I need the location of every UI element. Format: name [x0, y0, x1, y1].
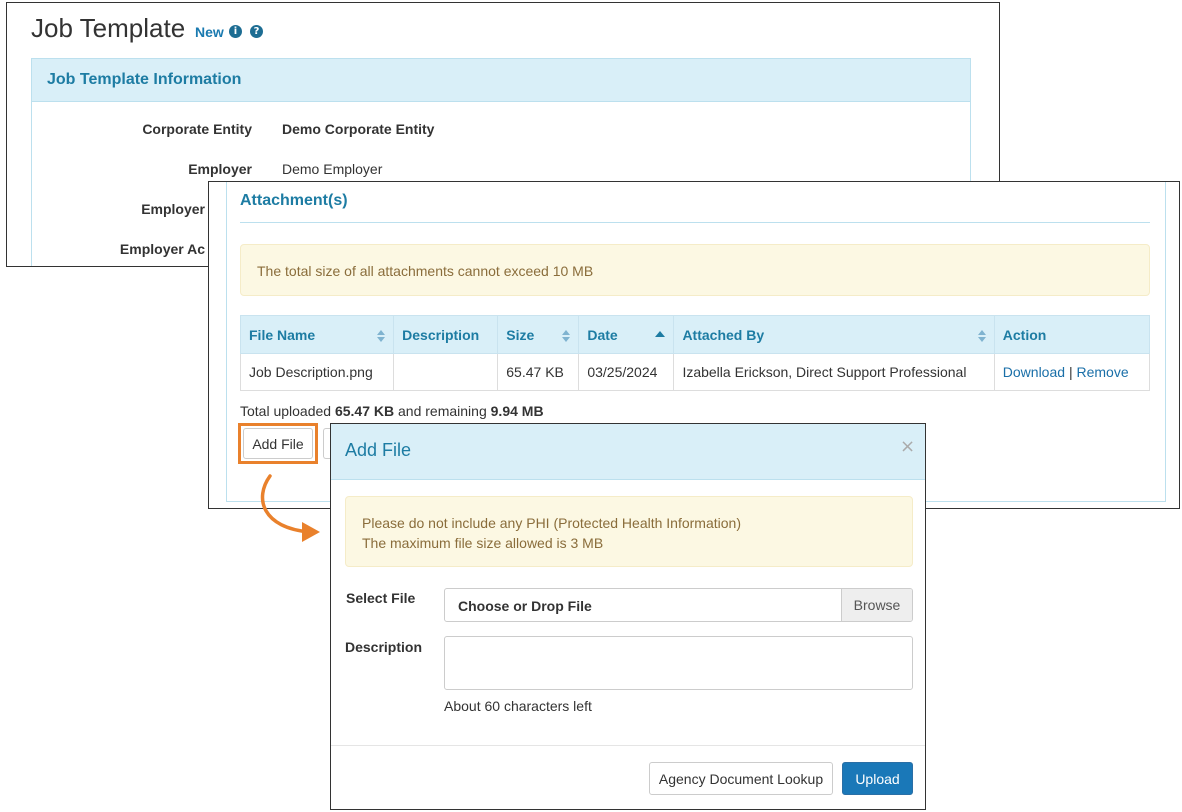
- modal-header: Add File ×: [331, 424, 925, 480]
- cell-file-name: Job Description.png: [239, 353, 395, 391]
- page-title: Job Template: [31, 13, 186, 43]
- total-uploaded-value: 65.47 KB: [334, 403, 395, 419]
- info-icon[interactable]: i: [229, 25, 242, 38]
- remove-link[interactable]: Remove: [1076, 364, 1128, 380]
- phi-warning-alert: Please do not include any PHI (Protected…: [345, 496, 913, 567]
- section-title: Job Template Information: [47, 71, 242, 88]
- cell-attached-by: Izabella Erickson, Direct Support Profes…: [673, 353, 995, 391]
- employer-value: Demo Employer: [282, 161, 383, 177]
- modal-footer-divider: [331, 745, 925, 746]
- modal-title: Add File: [345, 440, 412, 460]
- sort-icon: [562, 330, 571, 342]
- total-remaining-value: 9.94 MB: [490, 403, 544, 419]
- file-placeholder: Choose or Drop File: [458, 598, 592, 614]
- close-icon[interactable]: ×: [900, 437, 915, 457]
- attachments-table: File Name Description Size Date Attached…: [239, 315, 1151, 391]
- action-separator: |: [1068, 364, 1073, 380]
- select-file-label: Select File: [346, 590, 416, 606]
- column-description: Description: [393, 315, 499, 354]
- add-file-button[interactable]: Add File: [243, 428, 313, 459]
- section-header: Job Template Information: [32, 59, 970, 102]
- corporate-entity-label: Corporate Entity: [142, 121, 252, 137]
- sort-icon: [377, 330, 386, 342]
- attachments-title: Attachment(s): [240, 192, 348, 209]
- characters-left-hint: About 60 characters left: [444, 698, 592, 714]
- employer-address-label: Employer Ac: [119, 241, 205, 257]
- sort-icon: [977, 330, 986, 342]
- upload-totals: Total uploaded 65.47 KB and remaining 9.…: [240, 403, 544, 419]
- column-size[interactable]: Size: [497, 315, 580, 354]
- employer-label: Employer: [188, 161, 252, 177]
- alert-line-phi: Please do not include any PHI (Protected…: [362, 515, 741, 531]
- table-row: Job Description.png 65.47 KB 03/25/2024 …: [239, 353, 1151, 391]
- cell-description: [393, 353, 499, 391]
- download-link[interactable]: Download: [1003, 364, 1065, 380]
- corporate-entity-value: Demo Corporate Entity: [282, 121, 435, 137]
- callout-arrow-icon: [260, 474, 320, 542]
- column-file-name[interactable]: File Name: [239, 315, 395, 354]
- browse-button[interactable]: Browse: [841, 589, 912, 621]
- alert-text: The total size of all attachments cannot…: [257, 263, 594, 279]
- upload-button[interactable]: Upload: [842, 762, 913, 795]
- column-attached-by[interactable]: Attached By: [673, 315, 995, 354]
- file-drop-input[interactable]: Choose or Drop File Browse: [444, 588, 913, 622]
- column-action: Action: [993, 315, 1151, 354]
- help-icon[interactable]: ?: [250, 25, 263, 38]
- agency-document-lookup-button[interactable]: Agency Document Lookup: [649, 762, 833, 795]
- cell-size: 65.47 KB: [497, 353, 580, 391]
- sort-ascending-icon: [655, 331, 666, 337]
- cell-action: Download | Remove: [993, 353, 1151, 391]
- total-uploaded-prefix: Total uploaded: [240, 403, 332, 419]
- divider: [240, 222, 1150, 223]
- alert-line-max-size: The maximum file size allowed is 3 MB: [362, 535, 604, 551]
- status-badge: New: [195, 24, 224, 40]
- cell-date: 03/25/2024: [578, 353, 675, 391]
- table-header-row: File Name Description Size Date Attached…: [239, 315, 1151, 354]
- total-remaining-prefix: and remaining: [398, 403, 487, 419]
- employer-field-label: Employer: [141, 201, 205, 217]
- description-input[interactable]: [444, 636, 913, 690]
- attachments-size-alert: The total size of all attachments cannot…: [240, 244, 1150, 296]
- add-file-modal: Add File × Please do not include any PHI…: [330, 423, 926, 810]
- description-label: Description: [345, 639, 423, 655]
- column-date[interactable]: Date: [578, 315, 675, 354]
